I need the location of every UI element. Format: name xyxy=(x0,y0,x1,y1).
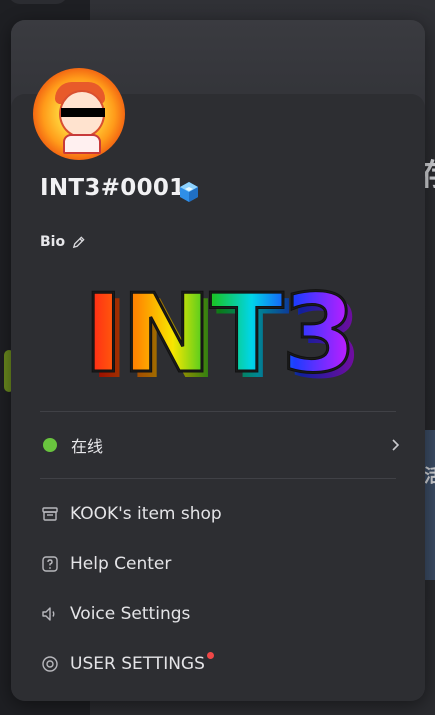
item-shop-button[interactable]: KOOK's item shop xyxy=(40,496,396,532)
speaker-icon xyxy=(42,607,55,621)
user-settings-button[interactable]: USER SETTINGS xyxy=(40,646,396,682)
help-center-button[interactable]: Help Center xyxy=(40,546,396,582)
bio-rainbow-logo: INT3 INT3 INT3 xyxy=(82,275,363,385)
username: INT3#0001 xyxy=(40,175,186,201)
user-profile-popup: INT3#0001 Bio INT3 INT3 INT3 在线 KOOK's i… xyxy=(11,20,425,701)
menu-label: USER SETTINGS xyxy=(70,654,205,674)
shop-icon xyxy=(42,507,58,521)
status-label: 在线 xyxy=(71,437,104,456)
online-status-dot xyxy=(43,438,57,452)
background-glyph: 活 xyxy=(424,466,435,487)
voice-settings-button[interactable]: Voice Settings xyxy=(40,596,396,632)
bio-label: Bio xyxy=(40,234,66,250)
settings-icon xyxy=(42,656,58,672)
server-icon[interactable] xyxy=(8,0,68,4)
avatar-censor-bar xyxy=(61,108,105,117)
divider xyxy=(40,411,396,412)
bio-logo-outline: INT3 xyxy=(83,275,354,385)
menu-label: KOOK's item shop xyxy=(70,504,222,524)
menu-label: Voice Settings xyxy=(70,604,191,624)
diamond-badge-icon[interactable] xyxy=(177,180,201,204)
background-banner xyxy=(425,430,435,580)
edit-pencil-icon[interactable] xyxy=(71,235,86,250)
help-icon xyxy=(42,556,58,572)
chevron-right-icon xyxy=(392,439,400,451)
avatar[interactable] xyxy=(33,68,125,160)
divider xyxy=(40,478,396,479)
online-status-selector[interactable]: 在线 xyxy=(40,426,402,464)
notification-dot xyxy=(206,652,214,659)
menu-label: Help Center xyxy=(70,554,172,574)
bio-header: Bio xyxy=(40,234,86,250)
avatar-body xyxy=(63,134,101,154)
